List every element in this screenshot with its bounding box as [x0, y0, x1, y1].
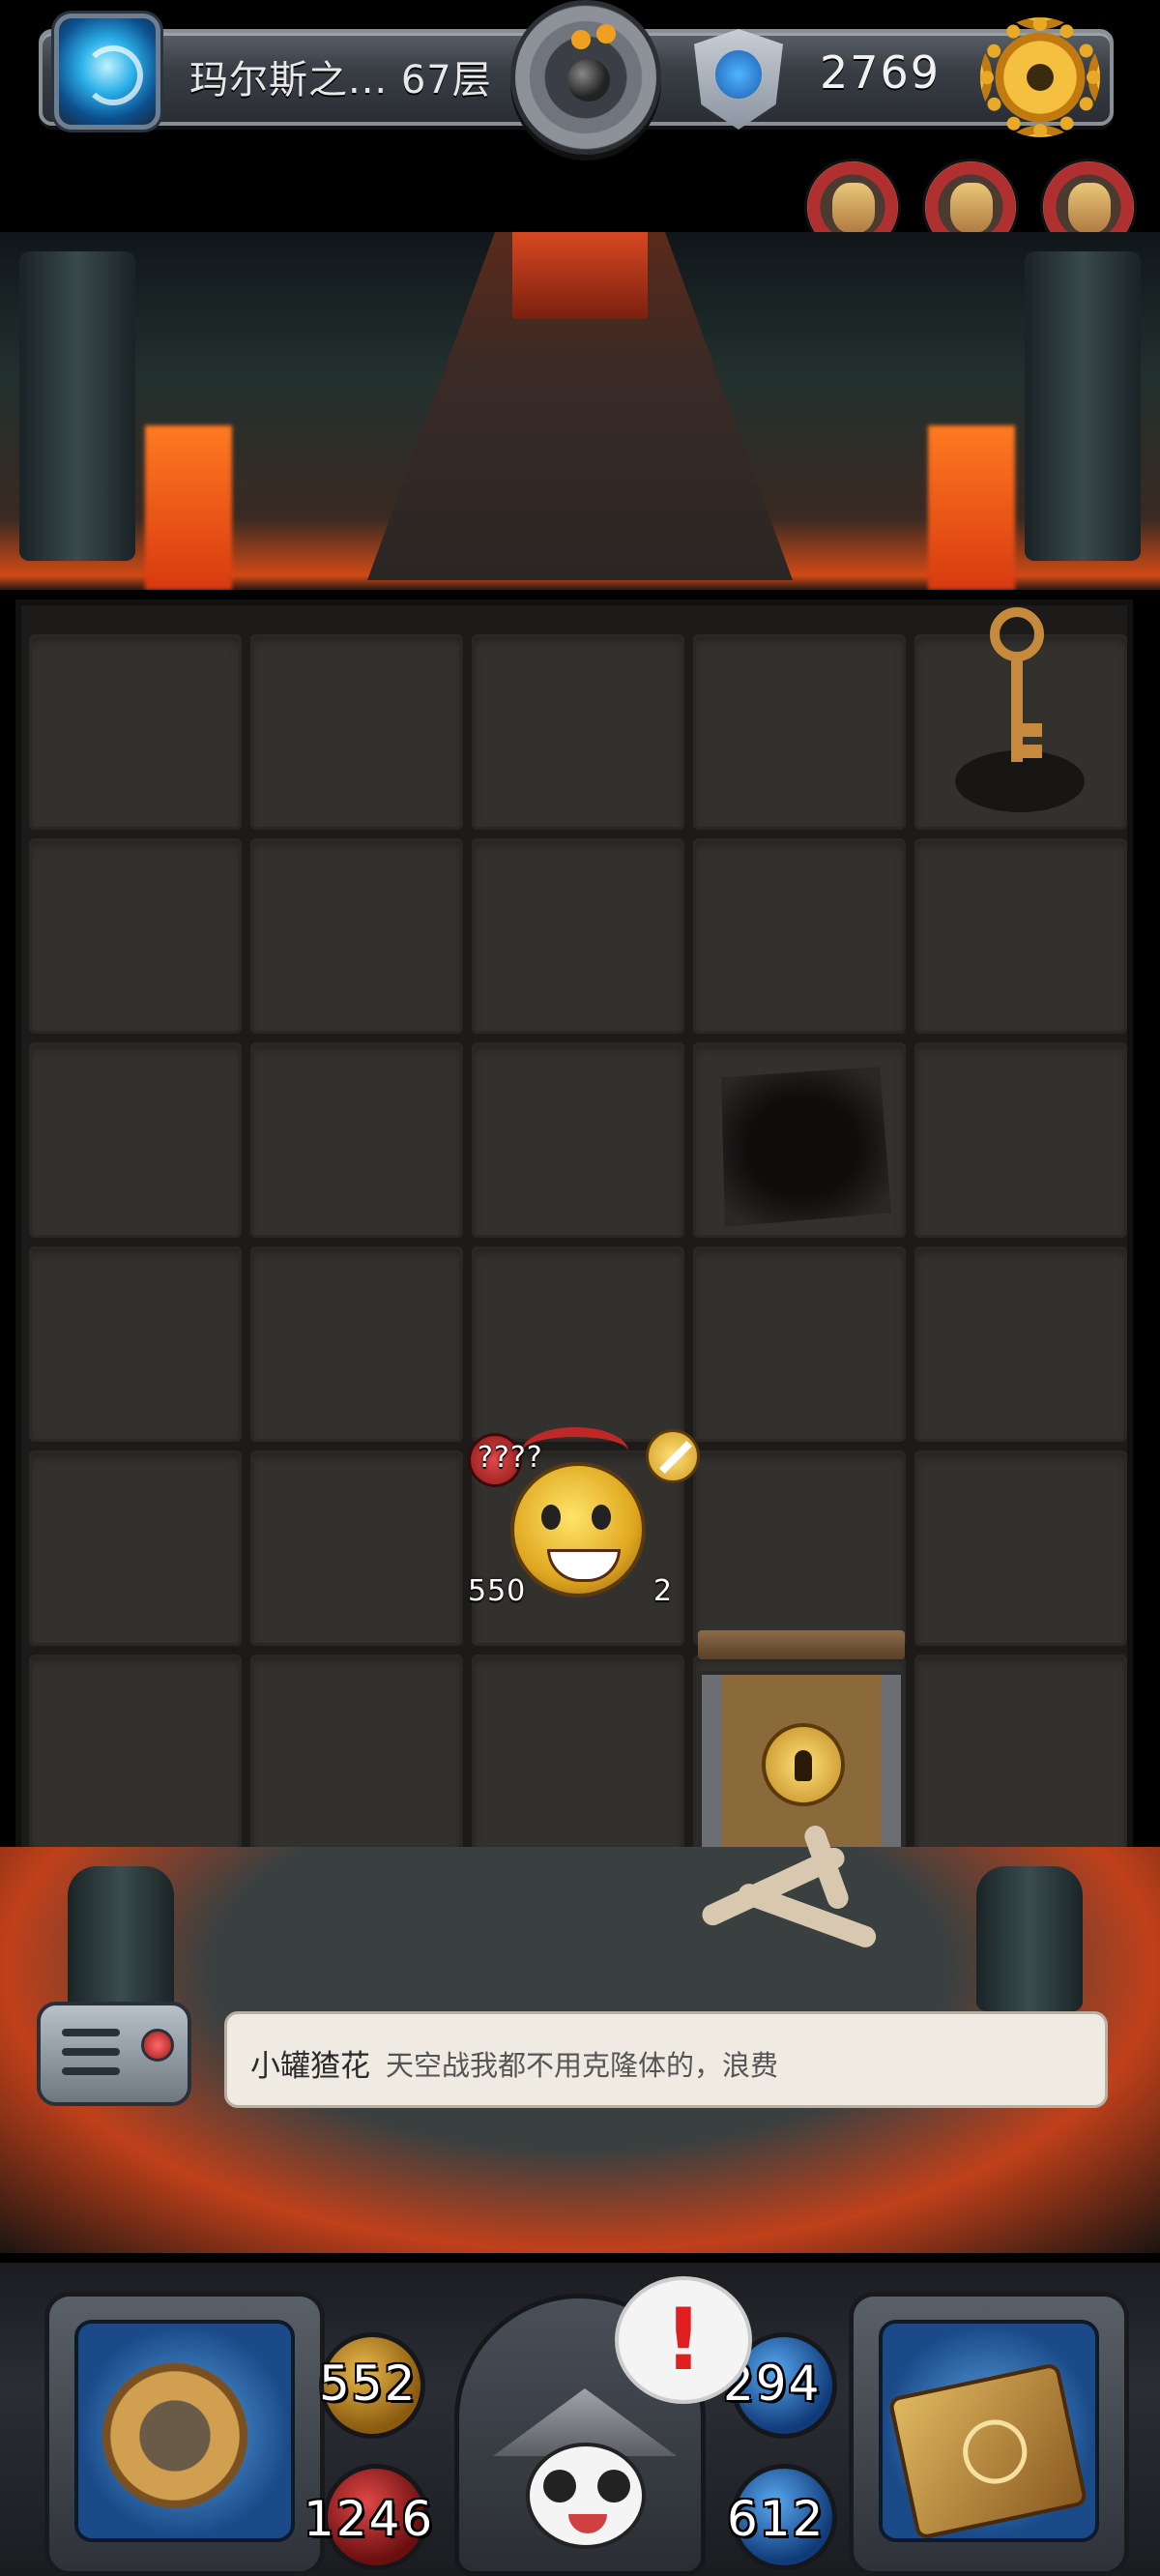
board-tile[interactable]	[693, 634, 906, 830]
board-tile[interactable]	[29, 838, 242, 1034]
stone-post	[976, 1866, 1083, 2011]
chat-dialog[interactable]: 小罐猹花 天空战我都不用克隆体的，浪费	[224, 2011, 1108, 2108]
board-tile[interactable]	[914, 1042, 1127, 1238]
board-tile[interactable]	[250, 1654, 463, 1850]
stone-pillar	[1025, 251, 1141, 561]
pit-hole[interactable]	[721, 1067, 891, 1227]
wooden-plank	[698, 1630, 905, 1659]
board-tile[interactable]	[693, 1246, 906, 1442]
portal-icon[interactable]	[54, 14, 160, 130]
hero-avatar[interactable]	[493, 2388, 677, 2562]
bones-decoration	[677, 1818, 909, 1963]
alert-bubble[interactable]: !	[615, 2276, 752, 2404]
board-tile[interactable]	[250, 838, 463, 1034]
keyhole-icon	[795, 1750, 812, 1781]
currency-value: 2769	[820, 46, 942, 99]
board-tile[interactable]	[29, 1246, 242, 1442]
dungeon-gate-scenery	[0, 232, 1160, 590]
board-tile[interactable]	[250, 1246, 463, 1442]
board-tile[interactable]	[914, 1450, 1127, 1646]
monster-attack-label: 550	[468, 1574, 527, 1608]
board-tile[interactable]	[472, 634, 684, 830]
board-tile[interactable]	[29, 1450, 242, 1646]
board-tile[interactable]	[250, 1450, 463, 1646]
stone-post	[68, 1866, 174, 2011]
board-tile[interactable]	[693, 838, 906, 1034]
attack-value: 552	[319, 2356, 418, 2412]
board-tile[interactable]	[914, 838, 1127, 1034]
monster-body	[510, 1462, 646, 1597]
lava-flow	[928, 425, 1015, 590]
board-tile[interactable]	[914, 1654, 1127, 1850]
lava-flow	[145, 425, 232, 590]
bomb-button[interactable]	[510, 0, 661, 155]
sword-icon	[646, 1429, 700, 1483]
monster-defense-label: 2	[653, 1574, 673, 1608]
stair-portal	[512, 232, 648, 319]
mana-value: 612	[727, 2491, 826, 2547]
board-tile[interactable]	[250, 634, 463, 830]
board-tile[interactable]	[250, 1042, 463, 1238]
helmet-shield-icon	[93, 2354, 257, 2518]
gear-icon[interactable]	[980, 17, 1100, 137]
board-tile[interactable]	[693, 1450, 906, 1646]
bomb-icon	[567, 59, 610, 102]
board-tile[interactable]	[29, 634, 242, 830]
stone-pillar	[19, 251, 135, 561]
board-tile[interactable]	[472, 1654, 684, 1850]
board-tile[interactable]	[472, 838, 684, 1034]
board-tile[interactable]	[472, 1246, 684, 1442]
board-tile[interactable]	[472, 1042, 684, 1238]
board-tile[interactable]	[29, 1654, 242, 1850]
floor-label[interactable]: 玛尔斯之... 67层	[189, 48, 492, 104]
monster-unknown-label: ????	[478, 1441, 543, 1475]
dialog-text: 天空战我都不用克隆体的，浪费	[386, 2049, 779, 2082]
panda-face	[526, 2443, 646, 2549]
alert-icon: !	[663, 2290, 704, 2389]
board-tile[interactable]	[914, 1246, 1127, 1442]
dialog-speaker: 小罐猹花	[250, 2049, 370, 2084]
robot-icon[interactable]	[37, 2002, 191, 2106]
fuse-spark-icon	[596, 24, 616, 44]
fuse-spark-icon	[571, 30, 591, 49]
key-icon[interactable]	[982, 607, 1050, 772]
hp-value: 1246	[304, 2491, 435, 2547]
board-tile[interactable]	[29, 1042, 242, 1238]
